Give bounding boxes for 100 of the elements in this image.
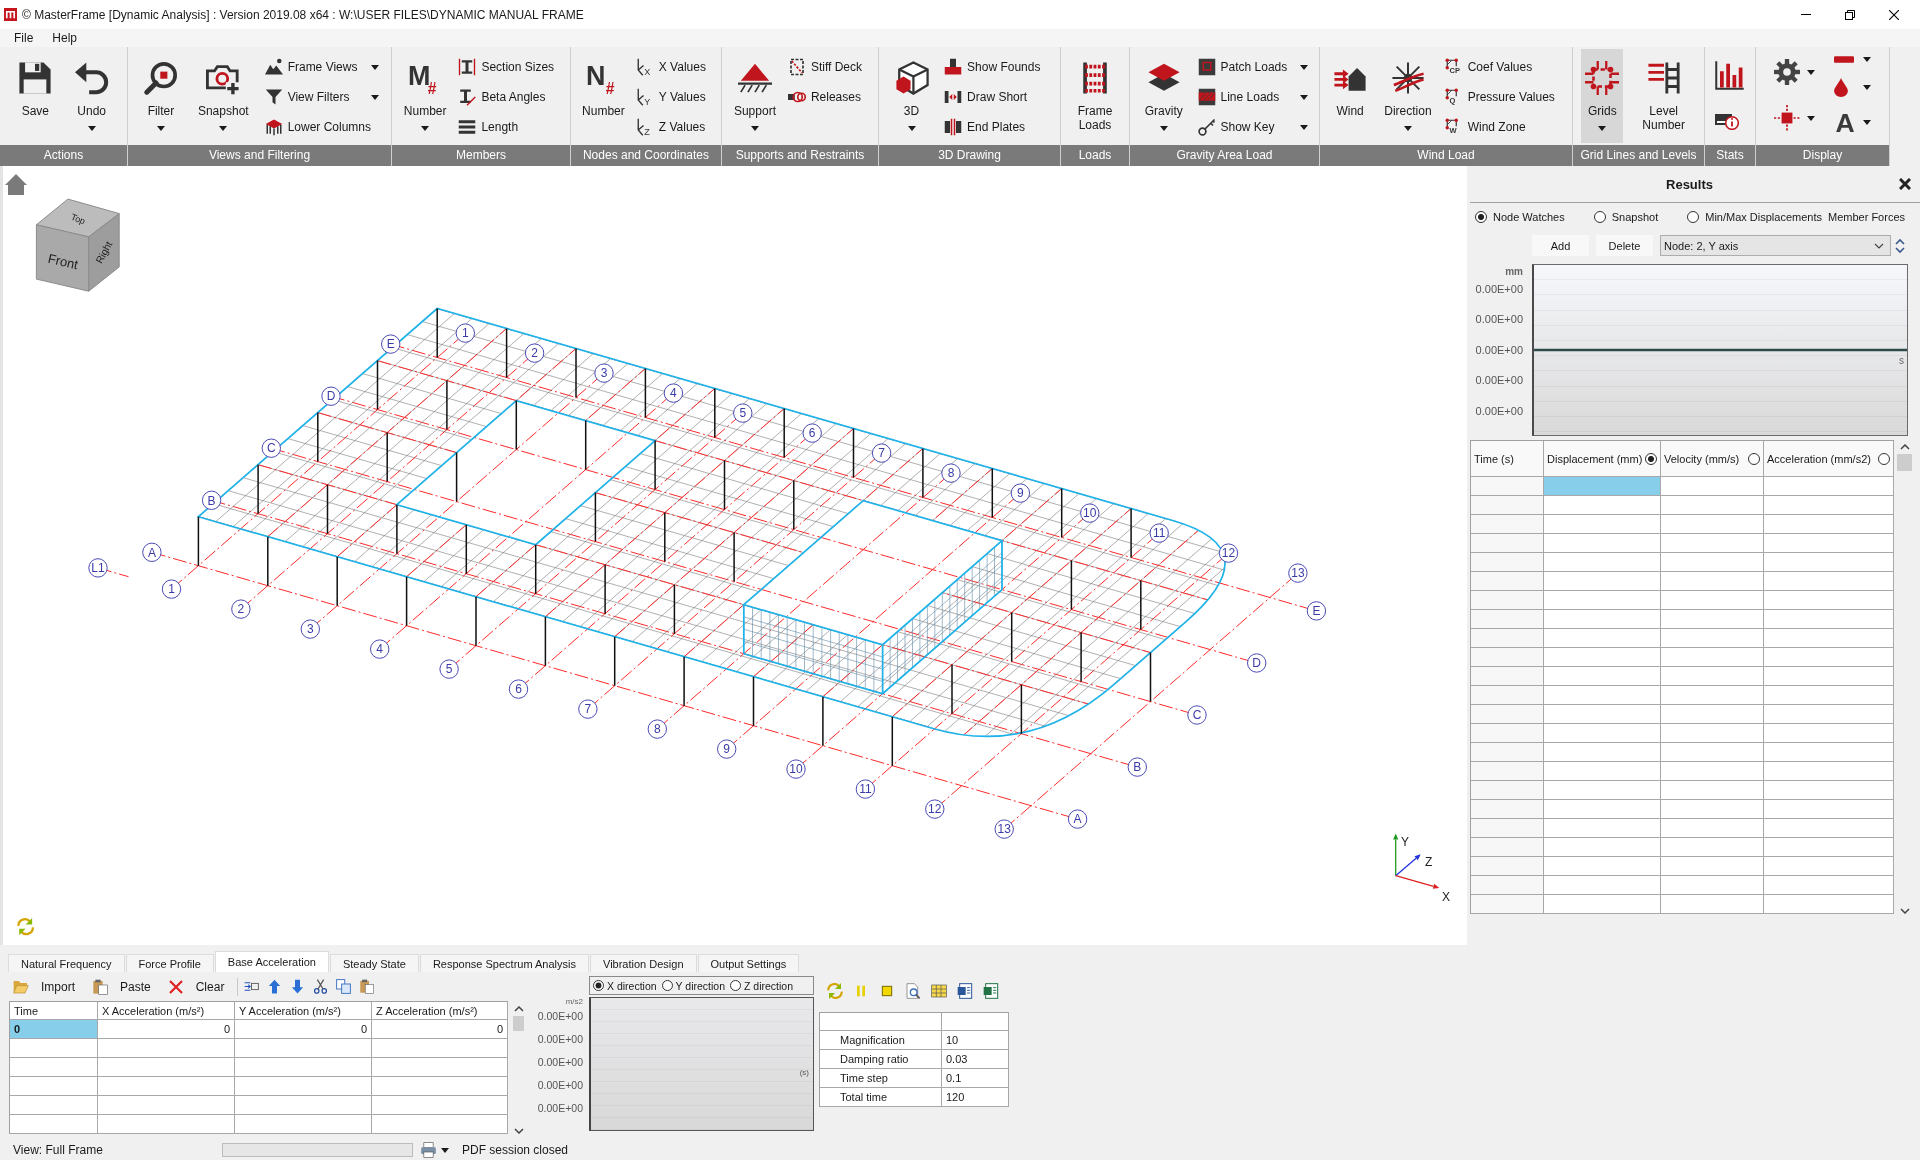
table-cell[interactable]: [1544, 800, 1661, 819]
clipboard-icon[interactable]: [359, 979, 375, 994]
radio-circle[interactable]: [1593, 211, 1606, 223]
property-value[interactable]: 120: [942, 1088, 1009, 1107]
table-cell[interactable]: [1544, 819, 1661, 838]
ribbon-button[interactable]: Gravity: [1140, 49, 1187, 143]
table-cell[interactable]: [1764, 572, 1894, 591]
ribbon-button[interactable]: Section Sizes: [458, 52, 563, 82]
table-cell[interactable]: [1471, 838, 1544, 857]
table-cell[interactable]: [1471, 724, 1544, 743]
radio-circle[interactable]: [1878, 452, 1890, 465]
table-cell[interactable]: [235, 1077, 372, 1096]
table-cell[interactable]: [10, 1039, 98, 1058]
table-cell[interactable]: [235, 1115, 372, 1134]
table-cell[interactable]: [1764, 724, 1894, 743]
ribbon-button[interactable]: Wind: [1329, 49, 1372, 143]
table-cell[interactable]: [1471, 705, 1544, 724]
table-cell[interactable]: [1471, 667, 1544, 686]
table-cell[interactable]: [1471, 781, 1544, 800]
table-cell[interactable]: [235, 1096, 372, 1115]
radio-option[interactable]: Z direction: [730, 979, 794, 992]
table-cell[interactable]: [1471, 629, 1544, 648]
menu-item[interactable]: Help: [45, 29, 85, 47]
table-cell[interactable]: [1544, 572, 1661, 591]
page-magnifier-icon[interactable]: [905, 982, 921, 999]
table-cell[interactable]: [1544, 496, 1661, 515]
table-cell[interactable]: [1544, 895, 1661, 914]
toolbar-button[interactable]: Clear: [163, 976, 229, 997]
table-cell[interactable]: [1661, 534, 1764, 553]
document-icon[interactable]: [957, 982, 973, 999]
table-cell[interactable]: [1661, 629, 1764, 648]
table-cell[interactable]: [1661, 762, 1764, 781]
table-cell[interactable]: [235, 1058, 372, 1077]
table-cell[interactable]: [1544, 686, 1661, 705]
table-cell[interactable]: [98, 1039, 235, 1058]
table-cell[interactable]: [1764, 629, 1894, 648]
table-cell[interactable]: [1544, 534, 1661, 553]
table-cell[interactable]: [1471, 648, 1544, 667]
table-cell[interactable]: [1471, 743, 1544, 762]
property-value[interactable]: 0.1: [942, 1069, 1009, 1088]
tab[interactable]: Natural Frequency: [8, 954, 125, 972]
toolbar-button[interactable]: Import: [9, 976, 79, 997]
table-cell[interactable]: [1544, 724, 1661, 743]
radio-option[interactable]: Snapshot: [1593, 211, 1659, 223]
table-cell[interactable]: [1764, 477, 1894, 496]
table-cell[interactable]: [1764, 743, 1894, 762]
table-cell[interactable]: [98, 1096, 235, 1115]
table-cell[interactable]: [1544, 667, 1661, 686]
table-cell[interactable]: [1471, 819, 1544, 838]
tab[interactable]: Response Spectrum Analysis: [419, 954, 589, 972]
action-button[interactable]: Delete: [1596, 235, 1653, 256]
restore-icon[interactable]: [1845, 9, 1855, 20]
action-button[interactable]: Add: [1532, 235, 1589, 256]
view-cube-front-face[interactable]: Front: [35, 224, 90, 292]
ribbon-button[interactable]: Releases: [787, 82, 871, 112]
table-cell[interactable]: [372, 1096, 508, 1115]
toolbar-button[interactable]: Paste: [88, 976, 155, 997]
radio-option[interactable]: X direction: [593, 979, 657, 992]
ribbon-button[interactable]: View Filters: [264, 82, 379, 112]
table-cell[interactable]: [1471, 762, 1544, 781]
table-cell[interactable]: [1471, 477, 1544, 496]
table-cell[interactable]: [1764, 610, 1894, 629]
table-cell[interactable]: [1471, 496, 1544, 515]
view-cube-top-face[interactable]: Top: [35, 198, 120, 238]
ribbon-button[interactable]: Direction: [1380, 49, 1436, 143]
ribbon-button[interactable]: Line Loads: [1197, 82, 1309, 112]
table-cell[interactable]: [1661, 857, 1764, 876]
table-cell[interactable]: [1764, 857, 1894, 876]
table-cell[interactable]: [1544, 610, 1661, 629]
scissors-icon[interactable]: [313, 979, 329, 994]
close-icon[interactable]: [1899, 178, 1911, 190]
scroll-thumb[interactable]: [1897, 454, 1912, 471]
insert-row-icon[interactable]: [244, 979, 260, 994]
table-cell[interactable]: [1764, 496, 1894, 515]
ribbon-button[interactable]: [1774, 59, 1816, 85]
ribbon-button[interactable]: Save: [14, 49, 57, 143]
tab[interactable]: Steady State: [329, 954, 419, 972]
table-cell[interactable]: [1544, 553, 1661, 572]
table-cell[interactable]: [1764, 553, 1894, 572]
table-cell[interactable]: [10, 1077, 98, 1096]
table-cell[interactable]: [1661, 572, 1764, 591]
table-grid-icon[interactable]: [931, 982, 947, 999]
ribbon-button[interactable]: Undo: [70, 49, 113, 143]
ribbon-button[interactable]: End Plates: [944, 112, 1049, 142]
ribbon-button[interactable]: Z Z Values: [635, 112, 714, 142]
table-cell[interactable]: [372, 1039, 508, 1058]
ribbon-button[interactable]: [1715, 60, 1745, 91]
ribbon-button[interactable]: Frame Views: [264, 52, 379, 82]
ribbon-button[interactable]: A: [1833, 111, 1871, 134]
radio-option[interactable]: Min/Max Displacements: [1687, 211, 1822, 223]
node-dropdown[interactable]: Node: 2, Y axis: [1660, 235, 1891, 256]
printer-icon[interactable]: [420, 1142, 437, 1158]
radio-circle[interactable]: [661, 980, 673, 991]
radio-option[interactable]: Member Forces: [1828, 211, 1906, 223]
table-cell[interactable]: [1661, 838, 1764, 857]
table-cell[interactable]: [1471, 857, 1544, 876]
table-cell[interactable]: [1471, 800, 1544, 819]
table-cell[interactable]: [1661, 895, 1764, 914]
ribbon-button[interactable]: N# Number: [578, 49, 629, 143]
ribbon-button[interactable]: Frame Loads: [1063, 49, 1127, 143]
